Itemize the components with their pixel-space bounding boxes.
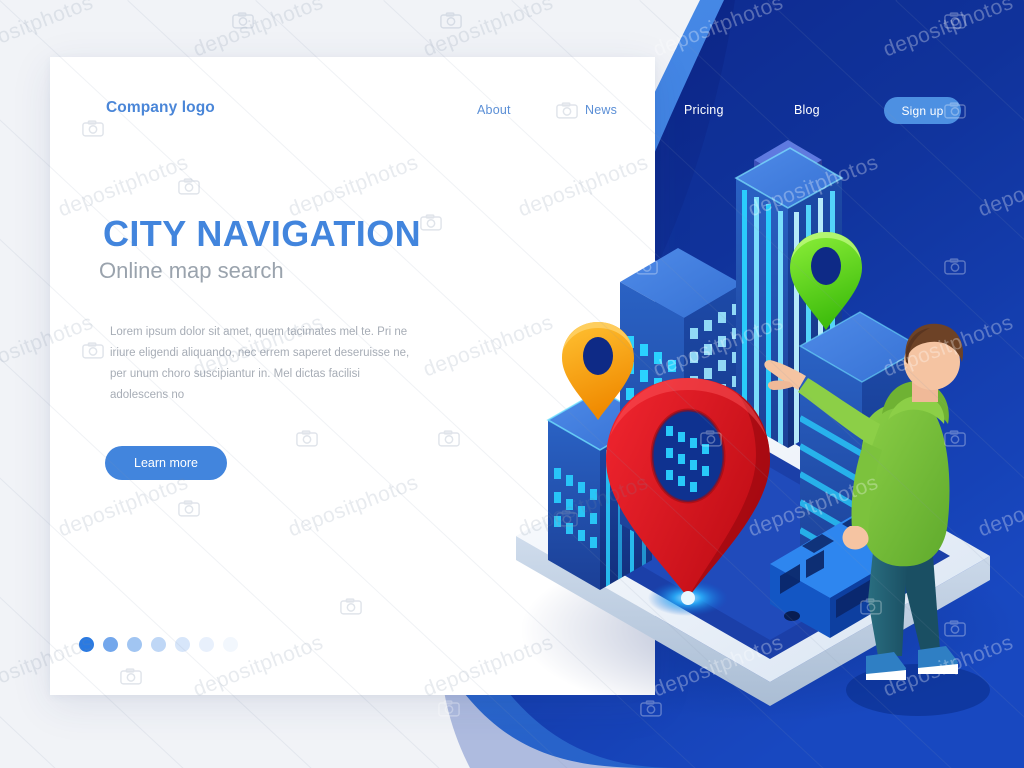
nav-link-about[interactable]: About: [477, 103, 511, 117]
page-subtitle: Online map search: [99, 258, 284, 283]
top-navigation: Company logo About News Pricing Blog Sig…: [0, 0, 1024, 124]
learn-more-button[interactable]: Learn more: [105, 446, 227, 480]
carousel-dot[interactable]: [223, 637, 238, 652]
signup-button[interactable]: Sign up: [884, 97, 961, 124]
pin-tip-light: [681, 591, 695, 605]
hero-description: Lorem ipsum dolor sit amet, quem tacimat…: [110, 326, 410, 401]
page-title: CITY NAVIGATION: [103, 213, 422, 254]
carousel-pagination: [79, 637, 238, 652]
carousel-dot[interactable]: [175, 637, 190, 652]
page-root: Company logo About News Pricing Blog Sig…: [0, 0, 1024, 768]
carousel-dot[interactable]: [103, 637, 118, 652]
nav-link-blog[interactable]: Blog: [794, 103, 820, 117]
city-navigation-illustration: [516, 140, 1020, 722]
company-logo[interactable]: Company logo: [106, 99, 215, 117]
nav-link-pricing[interactable]: Pricing: [684, 103, 724, 117]
carousel-dot[interactable]: [151, 637, 166, 652]
carousel-dot[interactable]: [127, 637, 142, 652]
carousel-dot[interactable]: [79, 637, 94, 652]
nav-link-news[interactable]: News: [585, 103, 617, 117]
carousel-dot[interactable]: [199, 637, 214, 652]
